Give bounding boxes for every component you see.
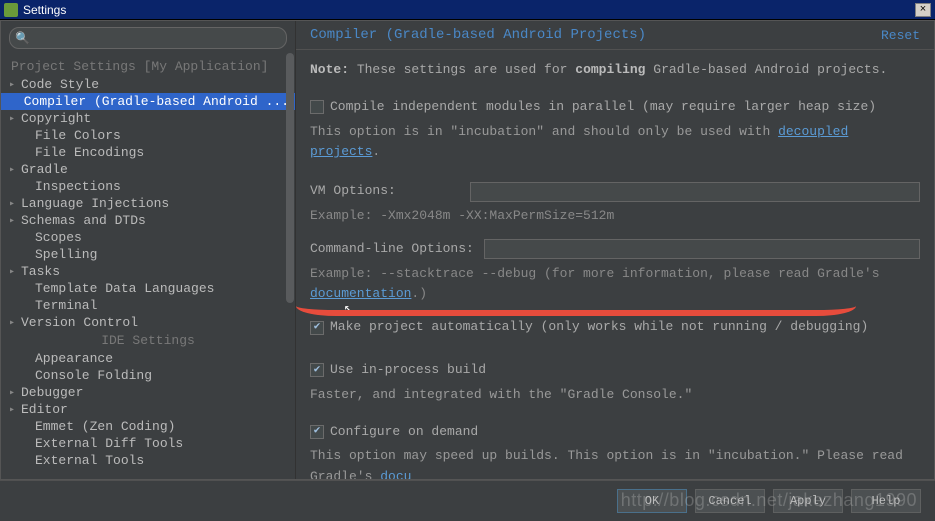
vm-options-label: VM Options: <box>310 181 460 202</box>
tree-item-label: Console Folding <box>35 368 152 383</box>
tree-item[interactable]: ▸Schemas and DTDs <box>1 212 295 229</box>
tree-item[interactable]: Template Data Languages <box>1 280 295 297</box>
ok-button[interactable]: OK <box>617 489 687 513</box>
tree-item[interactable]: ▸Tasks <box>1 263 295 280</box>
tree-arrow-icon: ▸ <box>9 198 21 210</box>
search-input[interactable] <box>9 27 287 49</box>
checkbox-make-auto[interactable] <box>310 321 324 335</box>
tree-item-label: Inspections <box>35 179 121 194</box>
tree-arrow-icon: ▸ <box>9 79 21 91</box>
tree-item-label: File Colors <box>35 128 121 143</box>
tree-arrow-icon: ▸ <box>9 266 21 278</box>
checkbox-make-auto-label: Make project automatically (only works w… <box>330 317 868 338</box>
tree-item-label: Debugger <box>21 385 83 400</box>
apply-button[interactable]: Apply <box>773 489 843 513</box>
ondemand-note: This option may speed up builds. This op… <box>310 446 920 479</box>
dialog-button-bar: OK Cancel Apply Help <box>0 480 935 520</box>
tree-item-label: Editor <box>21 402 68 417</box>
title-bar: Settings × <box>0 0 935 20</box>
checkbox-inprocess-label: Use in-process build <box>330 360 486 381</box>
gradle-documentation-link[interactable]: documentation <box>310 286 411 301</box>
tree-item-label: Terminal <box>35 298 97 313</box>
tree-item[interactable]: Appearance <box>1 350 295 367</box>
cancel-button[interactable]: Cancel <box>695 489 765 513</box>
tree-item-label: Language Injections <box>21 196 169 211</box>
panel-content: Note: These settings are used for compil… <box>296 50 934 479</box>
tree-item-label: Copyright <box>21 111 91 126</box>
tree-item[interactable]: Scopes <box>1 229 295 246</box>
tree-item[interactable]: Terminal <box>1 297 295 314</box>
cmdline-options-label: Command-line Options: <box>310 239 474 260</box>
tree-item[interactable]: Console Folding <box>1 367 295 384</box>
tree-item[interactable]: File Colors <box>1 127 295 144</box>
tree-item-label: Gradle <box>21 162 68 177</box>
tree-item-label: Scopes <box>35 230 82 245</box>
tree-item-label: Template Data Languages <box>35 281 214 296</box>
tree-item[interactable]: ▸Editor <box>1 401 295 418</box>
tree-item[interactable]: ▸Code Style <box>1 76 295 93</box>
cmdline-options-input[interactable] <box>484 239 920 259</box>
tree-item-label: File Encodings <box>35 145 144 160</box>
settings-sidebar: 🔍 Project Settings [My Application]▸Code… <box>1 21 296 479</box>
tree-item[interactable]: ▸Copyright <box>1 110 295 127</box>
scrollbar[interactable] <box>285 53 295 479</box>
tree-item-label: Code Style <box>21 77 99 92</box>
tree-item[interactable]: ▸Language Injections <box>1 195 295 212</box>
tree-item-label: Schemas and DTDs <box>21 213 146 228</box>
tree-item-label: External Diff Tools <box>35 436 183 451</box>
tree-item[interactable]: ▸Version Control <box>1 314 295 331</box>
tree-item[interactable]: External Tools <box>1 452 295 469</box>
inprocess-note: Faster, and integrated with the "Gradle … <box>310 385 920 406</box>
tree-item-label: Compiler (Gradle-based Android ... <box>24 94 289 109</box>
scrollbar-thumb[interactable] <box>286 53 294 303</box>
tree-arrow-icon: ▸ <box>9 404 21 416</box>
app-icon <box>4 3 18 17</box>
parallel-note: This option is in "incubation" and shoul… <box>310 122 920 164</box>
tree-section-header: IDE Settings <box>1 331 295 350</box>
tree-item-label: Version Control <box>21 315 138 330</box>
tree-item[interactable]: Emmet (Zen Coding) <box>1 418 295 435</box>
checkbox-parallel-label: Compile independent modules in parallel … <box>330 97 876 118</box>
tree-item[interactable]: File Encodings <box>1 144 295 161</box>
tree-item[interactable]: ▸Debugger <box>1 384 295 401</box>
reset-link[interactable]: Reset <box>881 28 920 43</box>
tree-arrow-icon: ▸ <box>9 164 21 176</box>
close-button[interactable]: × <box>915 3 931 17</box>
vm-options-input[interactable] <box>470 182 920 202</box>
tree-item[interactable]: Spelling <box>1 246 295 263</box>
tree-arrow-icon: ▸ <box>9 387 21 399</box>
tree-item[interactable]: Inspections <box>1 178 295 195</box>
tree-section-header: Project Settings [My Application] <box>1 57 295 76</box>
help-button[interactable]: Help <box>851 489 921 513</box>
note-text: Note: These settings are used for compil… <box>310 60 920 81</box>
window-title: Settings <box>23 3 66 17</box>
tree-item[interactable]: External Diff Tools <box>1 435 295 452</box>
gradle-docs-link[interactable]: docu <box>380 469 411 479</box>
settings-tree[interactable]: Project Settings [My Application]▸Code S… <box>1 55 295 479</box>
tree-item-label: Tasks <box>21 264 60 279</box>
tree-arrow-icon: ▸ <box>9 113 21 125</box>
checkbox-parallel[interactable] <box>310 100 324 114</box>
checkbox-ondemand[interactable] <box>310 425 324 439</box>
tree-arrow-icon: ▸ <box>9 215 21 227</box>
annotation-underline <box>296 302 856 316</box>
tree-item[interactable]: ▸Gradle <box>1 161 295 178</box>
search-icon: 🔍 <box>15 31 30 46</box>
tree-item[interactable]: Compiler (Gradle-based Android ... <box>1 93 295 110</box>
cmdline-options-example: Example: --stacktrace --debug (for more … <box>310 264 920 306</box>
panel-title: Compiler (Gradle-based Android Projects) <box>310 27 646 43</box>
vm-options-example: Example: -Xmx2048m -XX:MaxPermSize=512m <box>310 206 920 227</box>
checkbox-ondemand-label: Configure on demand <box>330 422 478 443</box>
tree-item-label: Emmet (Zen Coding) <box>35 419 175 434</box>
tree-item-label: Spelling <box>35 247 97 262</box>
tree-arrow-icon: ▸ <box>9 317 21 329</box>
tree-item-label: Appearance <box>35 351 113 366</box>
tree-item-label: External Tools <box>35 453 144 468</box>
checkbox-inprocess[interactable] <box>310 363 324 377</box>
